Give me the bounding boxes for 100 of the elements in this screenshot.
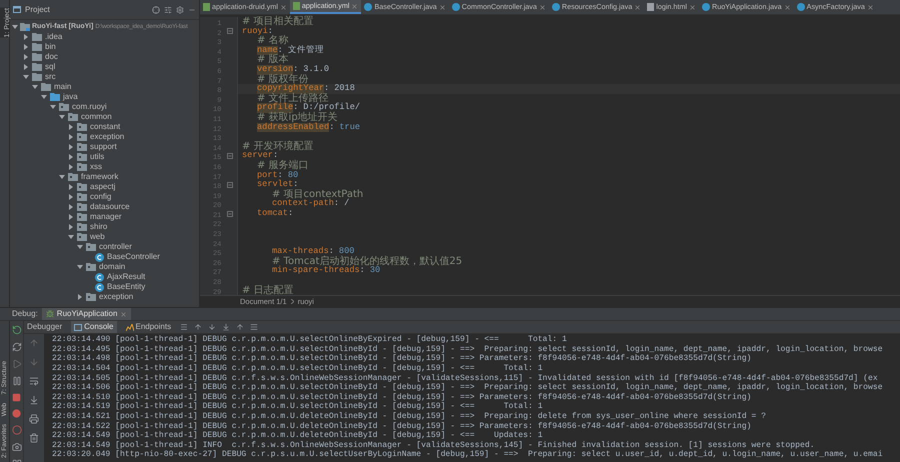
collapsed-arrow-icon[interactable] bbox=[68, 204, 74, 210]
yaml-key: servlet bbox=[257, 180, 294, 190]
yaml-key: addressEnabled bbox=[257, 122, 330, 132]
expanded-arrow-icon[interactable] bbox=[59, 174, 65, 180]
yaml-value: 30 bbox=[370, 266, 380, 276]
locate-icon[interactable] bbox=[152, 6, 160, 14]
expanded-arrow-icon[interactable] bbox=[59, 114, 65, 120]
collapsed-arrow-icon[interactable] bbox=[77, 294, 83, 300]
tree-item[interactable]: com.ruoyi bbox=[72, 101, 107, 113]
close-icon[interactable] bbox=[280, 4, 287, 10]
expanded-arrow-icon[interactable] bbox=[23, 74, 29, 80]
breakpoints-icon[interactable] bbox=[12, 409, 21, 418]
tree-item[interactable]: java bbox=[63, 91, 78, 103]
collapsed-arrow-icon[interactable] bbox=[68, 134, 74, 140]
tree-item[interactable]: web bbox=[90, 231, 105, 243]
expanded-arrow-icon[interactable] bbox=[77, 244, 83, 250]
settings-icon[interactable] bbox=[176, 6, 184, 14]
yaml-key: copyrightYear bbox=[257, 84, 324, 94]
tree-item[interactable]: common bbox=[81, 111, 112, 123]
yaml-key: port bbox=[257, 170, 278, 180]
collapsed-arrow-icon[interactable] bbox=[23, 44, 29, 50]
close-icon[interactable] bbox=[351, 2, 358, 10]
fold-icon[interactable] bbox=[227, 182, 234, 188]
collapsed-arrow-icon[interactable] bbox=[23, 34, 29, 40]
expanded-arrow-icon[interactable] bbox=[41, 94, 47, 100]
window-icon bbox=[13, 6, 21, 13]
fold-icon[interactable] bbox=[227, 210, 234, 217]
rerun-icon[interactable] bbox=[12, 325, 22, 336]
package-icon bbox=[86, 293, 96, 301]
code-comment: # 获取ip地址开关 bbox=[257, 112, 338, 123]
tree-item[interactable]: BaseEntity bbox=[107, 281, 146, 293]
fold-icon[interactable] bbox=[227, 28, 234, 34]
tree-item[interactable]: datasource bbox=[90, 201, 130, 213]
collapsed-arrow-icon[interactable] bbox=[23, 64, 29, 70]
tree-item[interactable]: domain bbox=[99, 261, 126, 273]
expanded-arrow-icon[interactable] bbox=[32, 84, 38, 90]
tree-item[interactable]: exception bbox=[99, 291, 134, 303]
tree-item[interactable]: doc bbox=[45, 51, 58, 63]
print-icon[interactable] bbox=[29, 414, 39, 424]
stop-icon[interactable] bbox=[12, 393, 21, 402]
collapsed-arrow-icon[interactable] bbox=[68, 184, 74, 190]
tree-item[interactable]: controller bbox=[99, 241, 132, 253]
tree-item[interactable]: sql bbox=[45, 61, 56, 73]
tree-item[interactable]: constant bbox=[90, 121, 120, 133]
tree-item[interactable]: bin bbox=[45, 41, 56, 53]
menu-icon[interactable] bbox=[180, 323, 188, 332]
tree-item[interactable]: xss bbox=[90, 161, 102, 173]
debug-tab[interactable]: Endpoints bbox=[122, 321, 174, 334]
yaml-key: tomcat bbox=[257, 208, 288, 218]
pause-icon[interactable] bbox=[12, 376, 22, 386]
close-icon[interactable] bbox=[866, 4, 874, 10]
debug-tab[interactable]: Debugger bbox=[24, 321, 66, 334]
collapsed-arrow-icon[interactable] bbox=[23, 54, 29, 60]
collapsed-arrow-icon[interactable] bbox=[68, 164, 74, 170]
file-icon bbox=[292, 2, 300, 10]
tree-item[interactable]: manager bbox=[90, 211, 122, 223]
trash-icon[interactable] bbox=[29, 433, 39, 444]
yaml-key: server bbox=[242, 151, 273, 161]
collapsed-arrow-icon[interactable] bbox=[68, 154, 74, 160]
tree-item[interactable]: aspectj bbox=[90, 181, 116, 193]
tree-item[interactable]: src bbox=[45, 71, 56, 83]
collapsed-arrow-icon[interactable] bbox=[68, 194, 74, 200]
debug-tab[interactable]: Console bbox=[71, 321, 116, 334]
collapsed-arrow-icon[interactable] bbox=[68, 124, 74, 130]
colon: : bbox=[328, 247, 334, 256]
close-icon[interactable] bbox=[120, 310, 128, 318]
tree-item[interactable]: shiro bbox=[90, 221, 108, 233]
close-icon[interactable] bbox=[689, 4, 696, 10]
tree-item[interactable]: utils bbox=[90, 151, 104, 163]
soft-wrap-icon[interactable] bbox=[29, 376, 39, 386]
package-icon bbox=[77, 133, 87, 141]
close-icon[interactable] bbox=[634, 4, 642, 10]
tree-item[interactable]: .idea bbox=[45, 31, 62, 43]
collapsed-arrow-icon[interactable] bbox=[68, 144, 74, 150]
expanded-arrow-icon[interactable] bbox=[50, 104, 56, 110]
close-icon[interactable] bbox=[784, 4, 791, 10]
tree-item[interactable]: framework bbox=[81, 171, 118, 183]
expanded-arrow-icon[interactable] bbox=[68, 234, 74, 240]
tree-item[interactable]: support bbox=[90, 141, 117, 153]
close-icon[interactable] bbox=[438, 4, 446, 10]
camera-icon[interactable] bbox=[12, 442, 22, 452]
tree-item[interactable]: main bbox=[54, 81, 72, 93]
expanded-arrow-icon[interactable] bbox=[77, 264, 83, 270]
yaml-key: max-threads bbox=[272, 247, 329, 257]
collapsed-arrow-icon[interactable] bbox=[68, 224, 74, 230]
tree-item[interactable]: AjaxResult bbox=[107, 271, 146, 283]
tree-item[interactable]: BaseController bbox=[107, 251, 160, 263]
project-dropdown[interactable]: Project bbox=[25, 4, 50, 16]
expanded-arrow-icon[interactable] bbox=[12, 24, 18, 30]
close-icon[interactable] bbox=[538, 4, 546, 10]
chevron-icon bbox=[290, 299, 294, 304]
refresh-icon[interactable] bbox=[12, 342, 22, 352]
colon: : bbox=[324, 84, 330, 94]
scroll-to-end-icon[interactable] bbox=[29, 395, 39, 406]
fold-icon[interactable] bbox=[227, 153, 234, 160]
yaml-key: name bbox=[257, 46, 278, 56]
collapsed-arrow-icon[interactable] bbox=[68, 214, 74, 220]
tree-item[interactable]: config bbox=[90, 191, 112, 203]
tree-item[interactable]: exception bbox=[90, 131, 124, 143]
session-tab[interactable]: RuoYiApplication bbox=[42, 308, 132, 320]
